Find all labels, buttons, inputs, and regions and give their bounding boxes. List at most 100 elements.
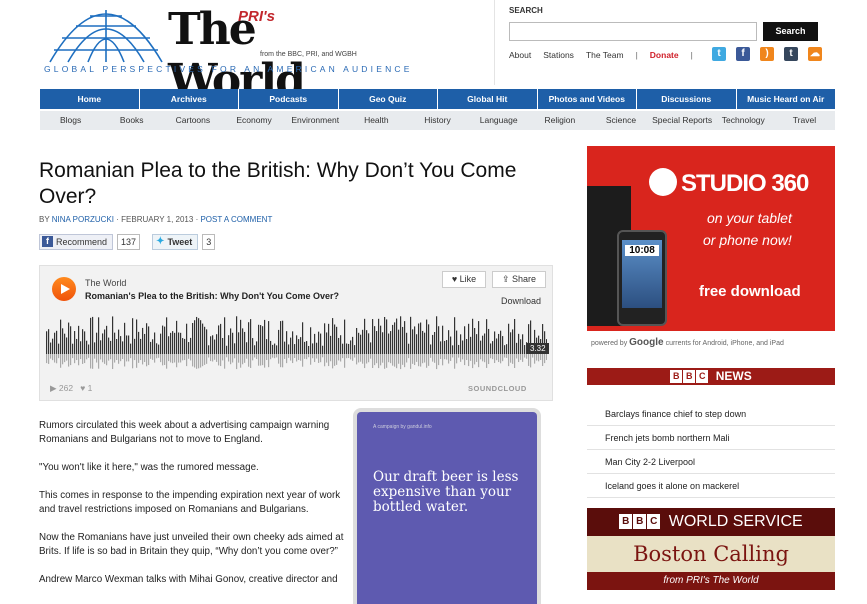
player-user[interactable]: The World xyxy=(85,278,126,288)
fb-count: 137 xyxy=(117,233,141,250)
studio360-footer: powered by Google currents for Android, … xyxy=(587,331,835,353)
bbc-headline[interactable]: Iceland goes it alone on mackerel xyxy=(605,481,739,491)
stations-link[interactable]: Stations xyxy=(543,50,574,60)
nav-cartoons[interactable]: Cartoons xyxy=(162,111,223,130)
twitter-bird-icon: ✦ xyxy=(156,236,165,247)
nav-environment[interactable]: Environment xyxy=(285,111,346,130)
divider xyxy=(587,497,835,498)
player-track[interactable]: Romanian's Plea to the British: Why Don'… xyxy=(85,291,339,301)
nav-economy[interactable]: Economy xyxy=(223,111,284,130)
article-title: Romanian Plea to the British: Why Don’t … xyxy=(39,159,517,208)
nav-history[interactable]: History xyxy=(407,111,468,130)
bbc-news-label: NEWS xyxy=(715,369,752,383)
author-link[interactable]: NINA PORZUCKI xyxy=(52,215,114,224)
globe-icon xyxy=(49,10,163,63)
bbc-logo: BBC xyxy=(619,514,661,529)
team-link[interactable]: The Team xyxy=(586,50,624,60)
like-label: Like xyxy=(459,274,477,284)
studio360-title: STUDIO 360 xyxy=(681,170,809,197)
top-links: About Stations The Team | Donate | xyxy=(509,48,705,62)
play-count: 262 xyxy=(58,383,74,393)
ad-credit: A campaign by gandul.info xyxy=(373,424,432,430)
article-date: FEBRUARY 1, 2013 xyxy=(121,215,194,224)
waveform[interactable] xyxy=(46,316,547,370)
ad-headline: Our draft beer is less expensive than yo… xyxy=(373,469,519,515)
divider xyxy=(587,449,835,450)
campaign-ad-image: A campaign by gandul.info Our draft beer… xyxy=(357,412,537,604)
nav-religion[interactable]: Religion xyxy=(529,111,590,130)
google-logo: Google xyxy=(629,337,664,348)
track-duration: 3.32 xyxy=(527,343,549,354)
nav-music[interactable]: Music Heard on Air xyxy=(737,89,836,109)
search-label: SEARCH xyxy=(509,6,543,15)
separator: | xyxy=(635,50,638,60)
bbc-headline[interactable]: Man City 2-2 Liverpool xyxy=(605,457,695,467)
phone-screen: 10:08 xyxy=(622,240,662,308)
ws-title: Boston Calling xyxy=(587,536,835,572)
nav-special-reports[interactable]: Special Reports xyxy=(652,111,713,130)
share-row: f Recommend 137 ✦ Tweet 3 xyxy=(39,233,216,250)
logo-from: from the BBC, PRI, and WGBH xyxy=(260,51,357,58)
phone-image: 10:08 xyxy=(617,230,667,326)
facebook-icon: f xyxy=(42,236,53,247)
nav-language[interactable]: Language xyxy=(468,111,529,130)
byline-prefix: BY xyxy=(39,215,50,224)
primary-nav: Home Archives Podcasts Geo Quiz Global H… xyxy=(40,89,835,109)
bbc-headline[interactable]: Barclays finance chief to step down xyxy=(605,409,746,419)
heart-icon: ♥ xyxy=(80,383,86,393)
bbc-headline[interactable]: French jets bomb northern Mali xyxy=(605,433,730,443)
fb-label: Recommend xyxy=(56,236,108,247)
post-comment-link[interactable]: POST A COMMENT xyxy=(200,215,272,224)
tweet-button[interactable]: ✦ Tweet xyxy=(152,233,199,250)
paragraph: Rumors circulated this week about a adve… xyxy=(39,420,330,445)
nav-health[interactable]: Health xyxy=(346,111,407,130)
search-input[interactable] xyxy=(509,22,757,41)
secondary-nav: Blogs Books Cartoons Economy Environment… xyxy=(40,111,835,130)
rss-icon[interactable]: ) xyxy=(760,47,774,61)
nav-books[interactable]: Books xyxy=(101,111,162,130)
nav-geo-quiz[interactable]: Geo Quiz xyxy=(339,89,438,109)
bbc-logo: BBC xyxy=(670,370,709,383)
studio360-logo-icon xyxy=(649,168,677,196)
soundcloud-icon[interactable]: ☁ xyxy=(808,47,822,61)
paragraph: Andrew Marco Wexman talks with Mihai Gon… xyxy=(39,574,338,585)
world-service-ad[interactable]: BBC WORLD SERVICE Boston Calling from PR… xyxy=(587,508,835,590)
share-button[interactable]: ⇪ Share xyxy=(492,271,546,288)
nav-technology[interactable]: Technology xyxy=(713,111,774,130)
like-button[interactable]: ♥ Like xyxy=(442,271,486,288)
paragraph: This comes in response to the impending … xyxy=(39,490,341,515)
donate-link[interactable]: Donate xyxy=(650,50,679,60)
nav-photos-videos[interactable]: Photos and Videos xyxy=(538,89,637,109)
site-logo[interactable]: PRI's The World from the BBC, PRI, and W… xyxy=(40,4,409,106)
nav-blogs[interactable]: Blogs xyxy=(40,111,101,130)
byline-dot: · xyxy=(116,215,119,224)
nav-global-hit[interactable]: Global Hit xyxy=(438,89,538,109)
currents-text: currents for Android, iPhone, and iPad xyxy=(665,340,784,347)
play-button[interactable] xyxy=(52,277,76,301)
nav-science[interactable]: Science xyxy=(590,111,651,130)
byline: BY NINA PORZUCKI · FEBRUARY 1, 2013 · PO… xyxy=(39,215,272,224)
about-link[interactable]: About xyxy=(509,50,531,60)
tumblr-icon[interactable]: t xyxy=(784,47,798,61)
nav-travel[interactable]: Travel xyxy=(774,111,835,130)
nav-discussions[interactable]: Discussions xyxy=(637,89,737,109)
studio360-sub2: or phone now! xyxy=(703,232,792,248)
facebook-recommend-button[interactable]: f Recommend xyxy=(39,233,114,250)
facebook-icon[interactable]: f xyxy=(736,47,750,61)
ws-from: from PRI's The World xyxy=(587,572,835,590)
free-download-link[interactable]: free download xyxy=(699,283,801,300)
download-link[interactable]: Download xyxy=(501,296,541,306)
twitter-icon[interactable]: t xyxy=(712,47,726,61)
nav-home[interactable]: Home xyxy=(40,89,140,109)
nav-archives[interactable]: Archives xyxy=(140,89,239,109)
divider xyxy=(587,425,835,426)
nav-podcasts[interactable]: Podcasts xyxy=(239,89,339,109)
soundcloud-brand[interactable]: SOUNDCLOUD xyxy=(468,384,527,393)
byline-dot: · xyxy=(195,215,199,224)
ws-header: BBC WORLD SERVICE xyxy=(587,508,835,536)
studio360-ad[interactable]: 10:08 STUDIO 360 on your tablet or phone… xyxy=(587,146,835,353)
studio360-sub1: on your tablet xyxy=(707,210,792,226)
share-label: Share xyxy=(512,274,537,284)
phone-clock: 10:08 xyxy=(625,245,659,256)
search-button[interactable]: Search xyxy=(763,22,818,41)
